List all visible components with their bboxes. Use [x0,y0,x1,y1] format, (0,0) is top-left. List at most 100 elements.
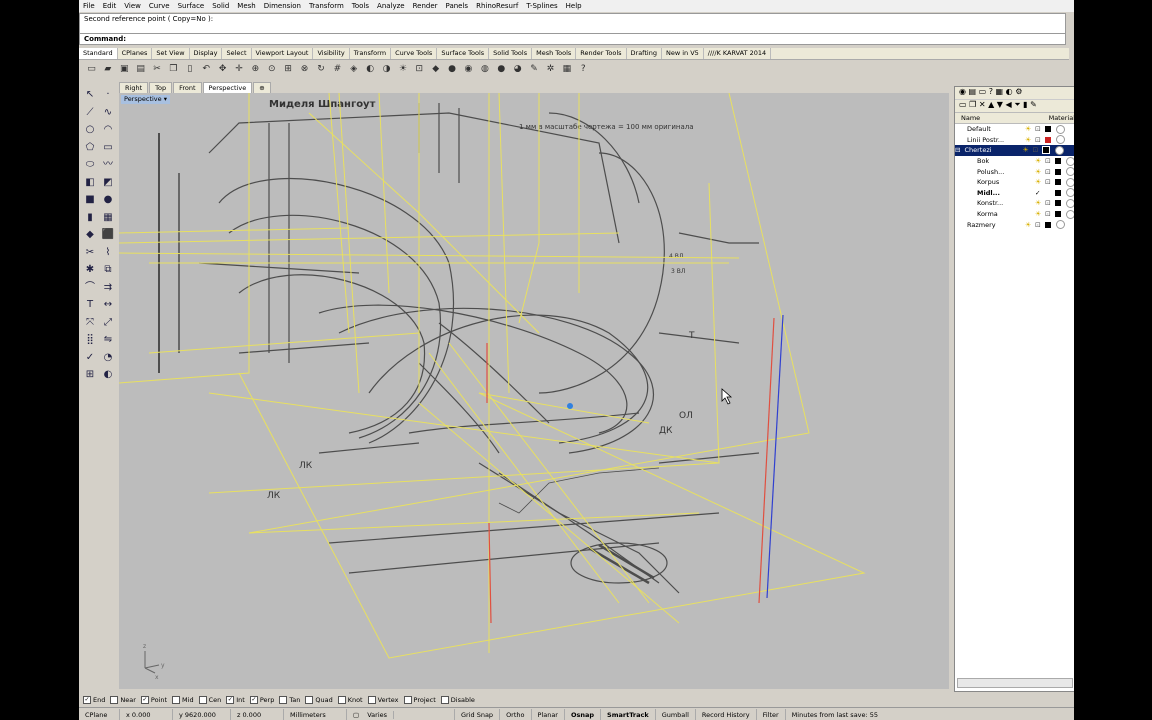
toolbar-tab-display[interactable]: Display [190,48,223,59]
polygon-icon[interactable]: ⬠ [81,139,99,157]
menu-item-edit[interactable]: Edit [99,0,121,12]
open-icon[interactable]: ▰ [101,63,114,76]
toolbar-tab-cplanes[interactable]: CPlanes [118,48,153,59]
visibility-bulb-icon[interactable]: ☀ [1022,146,1032,154]
explode-icon[interactable]: ✱ [81,261,99,279]
curve-icon[interactable]: ∿ [99,104,117,122]
planar-toggle[interactable]: Planar [532,708,565,720]
menu-item-dimension[interactable]: Dimension [260,0,305,12]
analyze-icon[interactable]: ✓ [81,349,99,367]
osnap-disable-checkbox[interactable] [440,695,449,704]
filter-icon[interactable]: ⏷ [1014,100,1020,109]
osnap-quad[interactable]: Quad [305,695,333,704]
zoom-icon[interactable]: ⊕ [249,63,262,76]
move-up-icon[interactable]: ▲ [988,100,994,109]
boolean-icon[interactable]: ◆ [81,226,99,244]
cylinder-icon[interactable]: ▮ [81,209,99,227]
osnap-int-checkbox[interactable]: ✓ [226,695,235,704]
panel-options-icon[interactable]: ⚙ [1015,87,1022,96]
freeform-icon[interactable]: 〰 [99,156,117,174]
visibility-bulb-icon[interactable]: ☀ [1025,125,1035,133]
layer-row[interactable]: Razmery ☀ ⊡ [955,219,1074,230]
layer-material-icon[interactable] [1066,188,1074,198]
paste-icon[interactable]: ▯ [183,63,196,76]
layer-material-icon[interactable] [1066,177,1074,187]
osnap-vertex[interactable]: Vertex [367,695,399,704]
layer-material-icon[interactable] [1066,198,1074,208]
viewport-tab-front[interactable]: Front [173,82,202,93]
toolbar-tab-mesh-tools[interactable]: Mesh Tools [532,48,577,59]
osnap-project-checkbox[interactable] [403,695,412,704]
osnap-cen-checkbox[interactable] [198,695,207,704]
layer-material-icon[interactable] [1066,156,1074,166]
viewport-title[interactable]: Perspective ▾ [121,95,170,104]
pen-icon[interactable]: ✎ [528,63,541,76]
visibility-bulb-icon[interactable]: ☀ [1035,178,1045,186]
osnap-int[interactable]: ✓ Int [226,695,245,704]
layers-tab-icon[interactable]: ▤ [969,87,977,96]
menu-item-t-splines[interactable]: T-Splines [522,0,561,12]
toolbar-tab-visibility[interactable]: Visibility [313,48,350,59]
tools-icon[interactable]: ✎ [1030,100,1037,109]
offset-icon[interactable]: ⇉ [99,279,117,297]
smarttrack-toggle[interactable]: SmartTrack [601,708,656,720]
osnap-quad-checkbox[interactable] [305,695,314,704]
pan-icon[interactable]: ✥ [216,63,229,76]
material-icon[interactable]: ◉ [462,63,475,76]
move-down-icon[interactable]: ▼ [997,100,1003,109]
layer-row[interactable]: Default ☀ ⊡ [955,124,1074,135]
osnap-end-checkbox[interactable]: ✓ [83,695,91,704]
menu-item-transform[interactable]: Transform [305,0,348,12]
print-icon[interactable]: ▤ [134,63,147,76]
osnap-tan-checkbox[interactable] [279,695,288,704]
osnap-near[interactable]: Near [110,695,136,704]
osnap-end[interactable]: ✓ End [83,695,105,704]
delete-layer-icon[interactable]: ✕ [979,100,986,109]
zoom-selected-icon[interactable]: ⊗ [298,63,311,76]
lock-icon[interactable]: ⊡ [1045,210,1055,218]
layer-material-icon[interactable] [1066,209,1074,219]
add-viewport-tab[interactable]: ⊕ [253,82,271,93]
lock-icon[interactable]: ⊡ [1045,157,1055,165]
split-icon[interactable]: ⌇ [99,244,117,262]
visibility-bulb-icon[interactable]: ☀ [1025,221,1035,229]
layer-color-swatch[interactable] [1045,221,1051,228]
arc-icon[interactable]: ◠ [99,121,117,139]
hide-icon[interactable]: ◐ [364,63,377,76]
polyline-icon[interactable]: ⟋ [81,104,99,122]
light-icon[interactable]: ☀ [396,63,409,76]
undo-icon[interactable]: ↶ [200,63,213,76]
toolbar-tab-standard[interactable]: Standard [79,48,118,59]
mesh-icon[interactable]: ▦ [99,209,117,227]
perspective-viewport[interactable]: Миделя Шпангоут 1 мм в масштабе чертежа … [119,93,949,689]
osnap-mid[interactable]: Mid [172,695,194,704]
new-layer-icon[interactable]: ▭ [959,100,967,109]
scale-icon[interactable]: ⤢ [99,314,117,332]
osnap-knot-checkbox[interactable] [337,695,346,704]
show-icon[interactable]: ◑ [380,63,393,76]
reference-point[interactable] [567,403,573,409]
toolbar-tab-select[interactable]: Select [222,48,252,59]
viewport-tab-perspective[interactable]: Perspective [202,82,253,93]
lock-icon[interactable]: ⊡ [413,63,426,76]
cut-icon[interactable]: ✂ [151,63,164,76]
osnap-toggle[interactable]: Osnap [565,708,602,720]
layer-color-swatch[interactable] [1042,146,1051,155]
materials-icon[interactable]: ▦ [996,87,1004,96]
visibility-bulb-icon[interactable]: ☀ [1035,157,1045,165]
box-icon[interactable]: ■ [81,191,99,209]
status-layer[interactable]: ▢ Varies [347,708,455,720]
layer-row[interactable]: Polush... ☀ ⊡ [955,166,1074,177]
layer-row[interactable]: Konstr... ☀ ⊡ [955,198,1074,209]
join-icon[interactable]: ⧉ [99,261,117,279]
properties-icon[interactable]: ◉ [959,87,966,96]
layer-row[interactable]: ⊟ Chertezi ☀ ⊡ [955,145,1074,156]
mirror-icon[interactable]: ⇋ [99,331,117,349]
lock-icon[interactable]: ⊡ [1045,178,1055,186]
render-preview-icon[interactable]: ◍ [478,63,491,76]
sphere-icon[interactable]: ● [495,63,508,76]
filter-toggle[interactable]: Filter [757,708,786,720]
record-history-toggle[interactable]: Record History [696,708,757,720]
osnap-tan[interactable]: Tan [279,695,300,704]
menu-item-mesh[interactable]: Mesh [233,0,259,12]
